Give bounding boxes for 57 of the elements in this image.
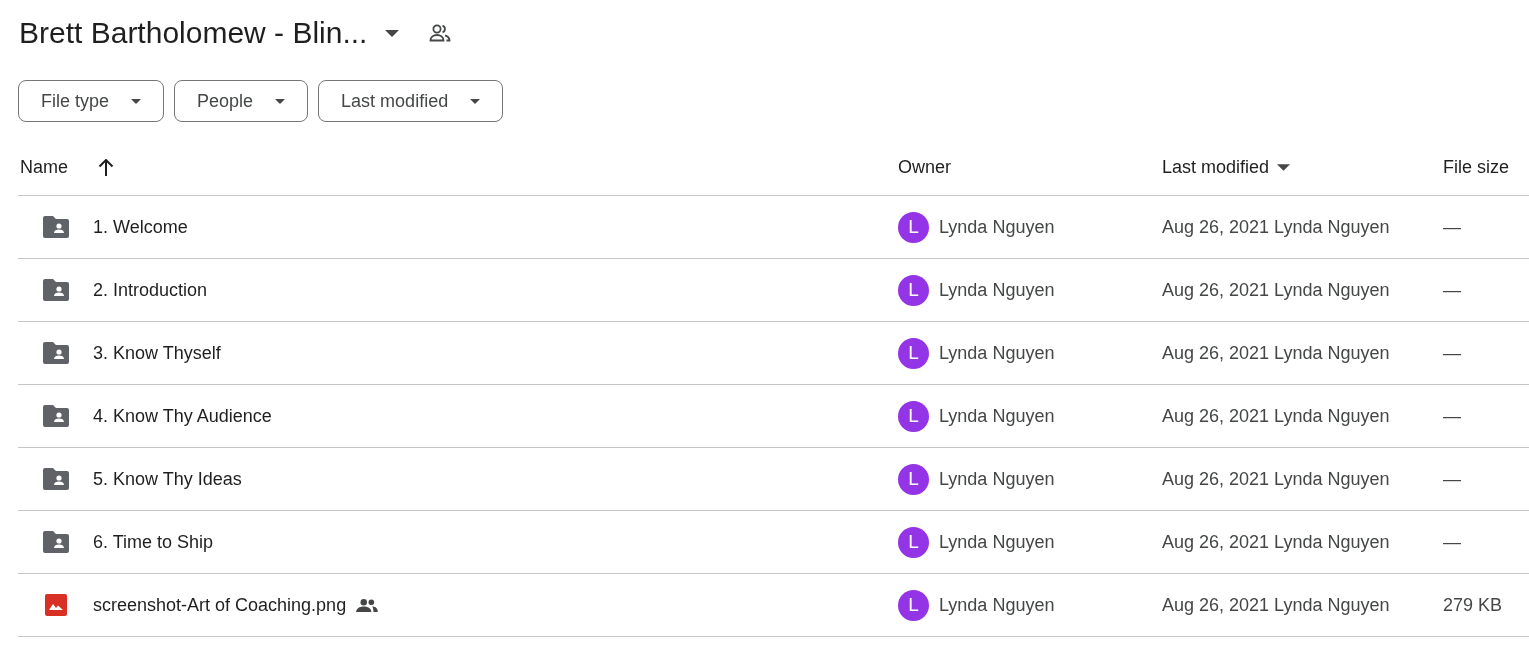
shared-folder-icon — [43, 468, 69, 490]
modified-text: Aug 26, 2021 Lynda Nguyen — [1162, 279, 1390, 301]
owner-name: Lynda Nguyen — [939, 531, 1055, 553]
folder-title-dropdown[interactable]: Brett Bartholomew - Blin... — [19, 14, 400, 52]
avatar: L — [898, 274, 929, 306]
file-name[interactable]: screenshot-Art of Coaching.png — [93, 594, 347, 616]
column-header[interactable]: File size — [1443, 157, 1509, 178]
avatar: L — [898, 337, 929, 369]
filter-chip[interactable]: People — [174, 80, 309, 122]
avatar: L — [898, 400, 929, 432]
column-header[interactable]: Owner — [898, 157, 951, 178]
file-name[interactable]: 3. Know Thyself — [93, 342, 221, 364]
file-name[interactable]: 4. Know Thy Audience — [93, 405, 272, 427]
file-name[interactable]: 6. Time to Ship — [93, 531, 214, 553]
file-size: — — [1443, 531, 1461, 553]
column-header[interactable]: Name — [20, 157, 68, 178]
shared-folder-icon — [43, 531, 69, 553]
shared-folder-icon — [43, 405, 69, 427]
file-size: — — [1443, 468, 1461, 490]
sort-up-arrow-icon[interactable] — [98, 158, 114, 177]
avatar: L — [898, 211, 929, 243]
caret-icon — [131, 98, 142, 104]
file-size: — — [1443, 279, 1461, 301]
shared-folder-icon — [43, 342, 69, 364]
file-size: — — [1443, 405, 1461, 427]
owner-name: Lynda Nguyen — [939, 279, 1055, 301]
caret-icon — [1277, 164, 1291, 171]
owner-name: Lynda Nguyen — [939, 405, 1055, 427]
avatar: L — [898, 463, 929, 495]
file-name[interactable]: 1. Welcome — [93, 216, 188, 238]
avatar: L — [898, 589, 929, 621]
people-icon[interactable] — [429, 24, 452, 42]
caret-icon — [275, 98, 286, 104]
avatar: L — [898, 526, 929, 558]
caret-icon — [470, 98, 481, 104]
owner-name: Lynda Nguyen — [939, 342, 1055, 364]
filter-chip[interactable]: File type — [18, 80, 165, 122]
modified-text: Aug 26, 2021 Lynda Nguyen — [1162, 468, 1390, 490]
image-file-icon — [45, 594, 67, 616]
owner-name: Lynda Nguyen — [939, 216, 1055, 238]
modified-text: Aug 26, 2021 Lynda Nguyen — [1162, 342, 1390, 364]
modified-text: Aug 26, 2021 Lynda Nguyen — [1162, 594, 1390, 616]
filter-chip[interactable]: Last modified — [318, 80, 504, 122]
column-header[interactable]: Last modified — [1162, 157, 1291, 178]
file-size: — — [1443, 216, 1461, 238]
caret-icon — [385, 29, 400, 37]
modified-text: Aug 26, 2021 Lynda Nguyen — [1162, 216, 1390, 238]
shared-folder-icon — [43, 279, 69, 301]
modified-text: Aug 26, 2021 Lynda Nguyen — [1162, 531, 1390, 553]
file-size: 279 KB — [1443, 594, 1503, 616]
shared-folder-icon — [43, 216, 69, 238]
file-name[interactable]: 2. Introduction — [93, 279, 208, 301]
owner-name: Lynda Nguyen — [939, 468, 1055, 490]
file-size: — — [1443, 342, 1461, 364]
modified-text: Aug 26, 2021 Lynda Nguyen — [1162, 405, 1390, 427]
file-name[interactable]: 5. Know Thy Ideas — [93, 468, 242, 490]
owner-name: Lynda Nguyen — [939, 594, 1055, 616]
